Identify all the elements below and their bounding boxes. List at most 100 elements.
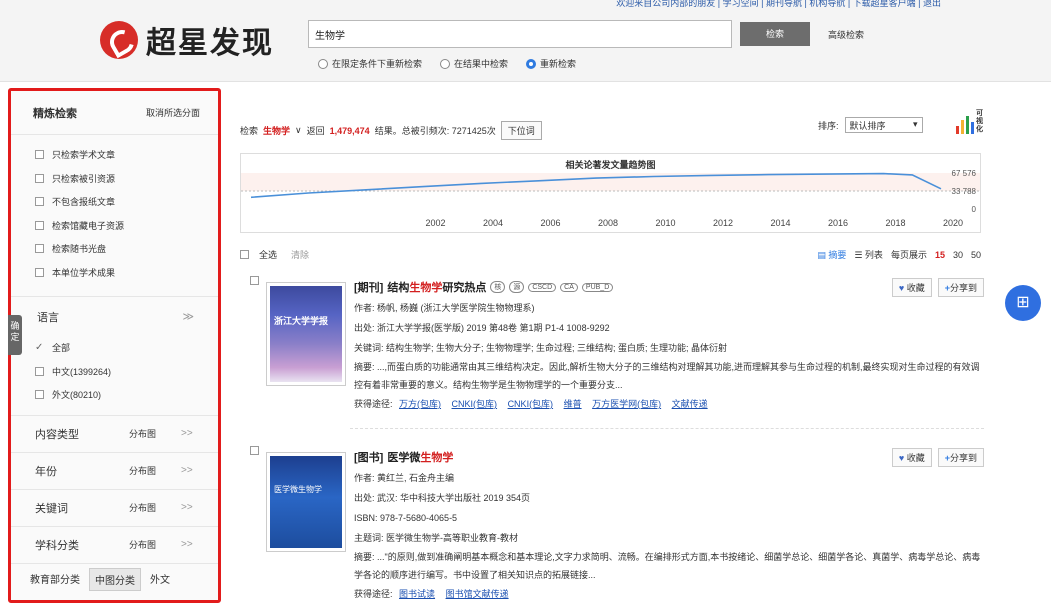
grid-apps-icon[interactable]: ⊞	[1005, 285, 1041, 321]
access-links: 获得途径: 图书试读 图书馆文献传递	[354, 589, 509, 599]
result-keywords: 关键词: 结构生物学; 生物大分子; 生物物理学; 生命过程; 三维结构; 蛋白…	[354, 343, 728, 353]
confirm-tab[interactable]: 确定	[8, 315, 22, 355]
access-link[interactable]: CNKI(包库)	[452, 399, 498, 409]
search-input[interactable]	[308, 20, 732, 48]
access-link[interactable]: 文献传递	[672, 399, 708, 409]
radio-dot	[318, 58, 328, 69]
visualization-icon[interactable]: 可视化	[955, 110, 987, 136]
filter-library-e[interactable]: 检索馆藏电子资源	[35, 214, 218, 238]
access-link[interactable]: CNKI(包库)	[508, 399, 554, 409]
tab-foreign-class[interactable]: 外文	[145, 568, 175, 591]
facet-year[interactable]: 年份 分布图 >>	[11, 453, 218, 490]
list-view-button[interactable]: ☰ 列表	[854, 248, 883, 261]
search-mode-radios: 在限定条件下重新检索 在结果中检索 重新检索	[318, 57, 576, 70]
lang-foreign[interactable]: 外文(80210)	[35, 383, 218, 407]
expand-icon[interactable]: ≫	[182, 310, 194, 323]
term-dropdown-icon[interactable]: ∨	[295, 125, 302, 136]
access-link[interactable]: 图书试读	[399, 589, 435, 599]
access-link[interactable]: 万方(包库)	[399, 399, 441, 409]
list-view-icon: ☰	[854, 250, 865, 260]
lang-all[interactable]: ✓ 全部	[35, 336, 218, 360]
visualization-label: 可视化	[976, 110, 983, 133]
radio-refine[interactable]: 在限定条件下重新检索	[318, 57, 422, 70]
tag-ca: CA	[560, 282, 578, 292]
top-links[interactable]: 欢迎来自公司内部的朋友 | 学习空间 | 期刊导航 | 机构导航 | 下载超星客…	[616, 0, 941, 9]
share-button[interactable]: +分享到	[937, 448, 984, 467]
result-divider	[350, 428, 984, 429]
facet-subject[interactable]: 学科分类 分布图 >>	[11, 527, 218, 564]
x-tick-label: 2014	[770, 218, 790, 228]
sort-control: 排序: 默认排序 ▾	[818, 117, 923, 133]
x-tick-label: 2016	[828, 218, 848, 228]
share-button[interactable]: +分享到	[937, 278, 984, 297]
language-facet-header[interactable]: 语言 ≫	[11, 296, 218, 336]
tab-clc-class[interactable]: 中图分类	[89, 567, 141, 591]
radio-dot-selected	[526, 58, 537, 69]
checkbox[interactable]	[35, 220, 44, 230]
collect-button[interactable]: ♥ 收藏	[891, 278, 932, 297]
access-link[interactable]: 维普	[564, 399, 582, 409]
result-checkbox[interactable]	[250, 276, 259, 285]
radio-dot	[440, 58, 451, 69]
checkbox[interactable]	[35, 173, 44, 183]
tag-source: 源	[509, 281, 525, 293]
access-link[interactable]: 图书馆文献传递	[446, 589, 509, 599]
checkbox[interactable]	[35, 150, 44, 160]
lower-words-button[interactable]: 下位词	[500, 121, 542, 140]
heart-icon: ♥	[898, 453, 907, 463]
x-tick-label: 2008	[598, 218, 618, 228]
expand-arrow-icon[interactable]: >>	[181, 539, 193, 550]
radio-in-results[interactable]: 在结果中检索	[440, 57, 508, 70]
checkbox[interactable]	[35, 390, 44, 400]
search-button[interactable]: 检索	[740, 22, 810, 46]
result-type: [图书]	[354, 452, 384, 464]
checkbox[interactable]	[35, 244, 44, 254]
result-count: 1,479,474	[329, 125, 370, 136]
expand-arrow-icon[interactable]: >>	[181, 502, 193, 513]
filter-cd[interactable]: 检索随书光盘	[35, 237, 218, 261]
distribution-link[interactable]: 分布图	[129, 427, 156, 440]
tag-pubd: PUB_D	[581, 282, 614, 292]
checkmark-icon[interactable]: ✓	[35, 343, 44, 353]
x-tick-label: 2018	[885, 218, 905, 228]
logo[interactable]: 超星发现	[100, 18, 274, 62]
page-size-50[interactable]: 50	[971, 250, 981, 260]
checkbox[interactable]	[35, 267, 44, 277]
select-all-label[interactable]: 全选	[259, 248, 277, 261]
result-source: 出处: 武汉: 华中科技大学出版社 2019 354页	[354, 493, 531, 503]
filter-academic[interactable]: 只检索学术文章	[35, 143, 218, 167]
checkbox[interactable]	[35, 366, 44, 376]
chart-band	[241, 191, 980, 209]
filter-no-newspaper[interactable]: 不包含报纸文章	[35, 190, 218, 214]
y-tick-label: 67 576	[952, 169, 977, 178]
access-link[interactable]: 万方医学网(包库)	[592, 399, 661, 409]
facet-content-type[interactable]: 内容类型 分布图 >>	[11, 416, 218, 453]
cover-image[interactable]: 浙江大学学报	[266, 282, 346, 386]
tag-core: 核	[490, 281, 506, 293]
checkbox[interactable]	[35, 197, 44, 207]
collect-button[interactable]: ♥ 收藏	[891, 448, 932, 467]
page-size-30[interactable]: 30	[953, 250, 963, 260]
distribution-link[interactable]: 分布图	[129, 464, 156, 477]
summary-view-button[interactable]: ▤ 摘要	[817, 248, 846, 261]
result-checkbox[interactable]	[250, 446, 259, 455]
advanced-search-link[interactable]: 高级检索	[828, 28, 864, 41]
cover-image[interactable]: 医学微生物学	[266, 452, 346, 552]
expand-arrow-icon[interactable]: >>	[181, 465, 193, 476]
distribution-link[interactable]: 分布图	[129, 501, 156, 514]
filter-unit[interactable]: 本单位学术成果	[35, 261, 218, 285]
clear-facets-link[interactable]: 取消所选分面	[146, 106, 200, 119]
page-size-15[interactable]: 15	[935, 250, 945, 260]
select-all-checkbox[interactable]	[240, 250, 249, 259]
lang-chinese[interactable]: 中文(1399264)	[35, 360, 218, 384]
distribution-link[interactable]: 分布图	[129, 538, 156, 551]
radio-new-search[interactable]: 重新检索	[526, 57, 576, 70]
sort-select[interactable]: 默认排序 ▾	[844, 117, 923, 133]
x-tick-label: 2012	[713, 218, 733, 228]
facet-keyword[interactable]: 关键词 分布图 >>	[11, 490, 218, 527]
expand-arrow-icon[interactable]: >>	[181, 428, 193, 439]
tab-moe-class[interactable]: 教育部分类	[25, 568, 85, 591]
filter-list: 只检索学术文章 只检索被引资源 不包含报纸文章 检索馆藏电子资源 检索随书光盘 …	[11, 135, 218, 284]
filter-cited[interactable]: 只检索被引资源	[35, 167, 218, 191]
clear-link[interactable]: 清除	[291, 248, 309, 261]
